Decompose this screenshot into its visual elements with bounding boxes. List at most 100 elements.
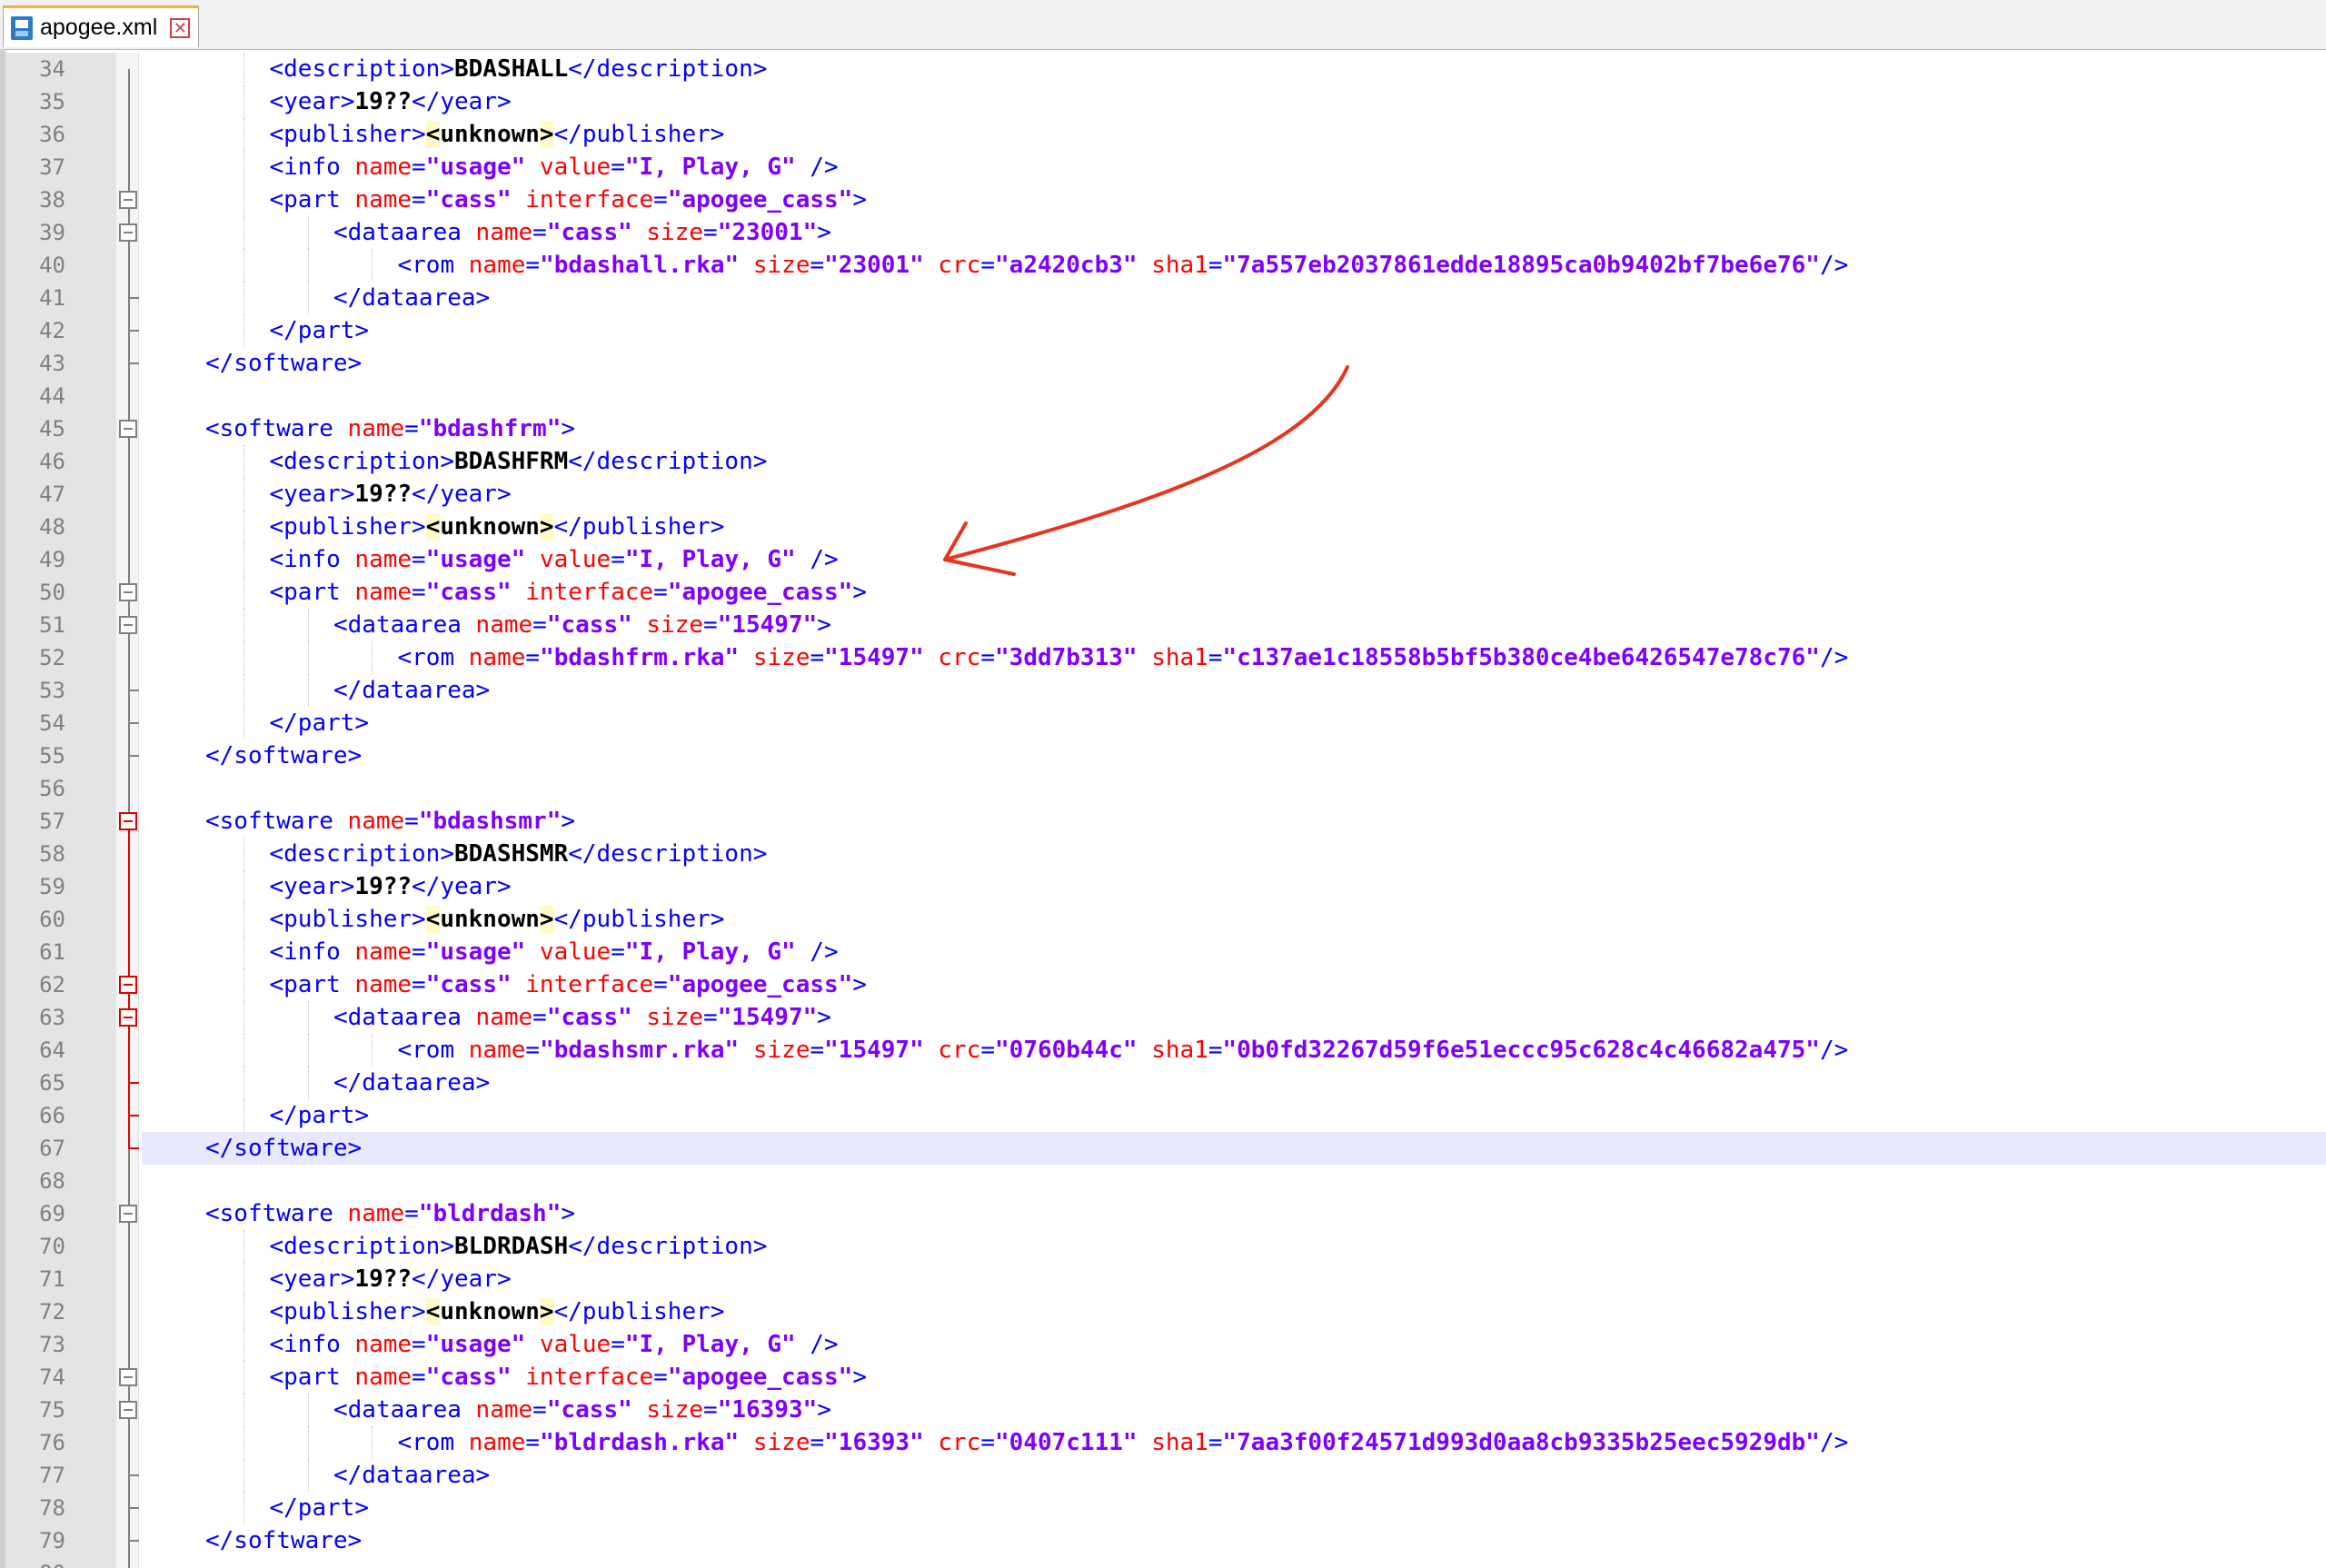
code-line[interactable]: 80 [0,1557,2326,1568]
line-number: 69 [39,1201,65,1226]
fold-toggle-icon[interactable] [119,191,137,209]
xml-attribute-name: name [468,644,526,671]
xml-tag: = [611,938,625,966]
xml-attribute-value: "apogee_cass" [667,971,853,998]
code-line[interactable]: 71 <year>19??</year> [0,1263,2326,1295]
xml-tag: = [653,971,668,998]
code-line[interactable]: 36 <publisher><unknown></publisher> [0,118,2326,151]
fold-toggle-icon[interactable] [119,420,137,438]
fold-end-tick [128,1147,139,1149]
code-line[interactable]: 39 <dataarea name="cass" size="23001"> [0,216,2326,249]
code-line[interactable]: 70 <description>BLDRDASH</description> [0,1230,2326,1263]
code-line[interactable]: 35 <year>19??</year> [0,85,2326,118]
xml-tag: = [980,252,996,279]
fold-toggle-icon[interactable] [119,1401,137,1419]
xml-text: unknown [440,1298,540,1325]
code-line[interactable]: 43 </software> [0,347,2326,380]
code-line[interactable]: 48 <publisher><unknown></publisher> [0,511,2326,543]
code-line[interactable]: 79 </software> [0,1524,2326,1557]
code-line[interactable]: 66 </part> [0,1099,2326,1132]
xml-attribute-name: name [354,186,413,213]
code-line[interactable]: 47 <year>19??</year> [0,478,2326,511]
code-line[interactable]: 60 <publisher><unknown></publisher> [0,903,2326,936]
line-number: 56 [39,776,65,801]
line-code: <dataarea name="cass" size="15497"> [142,1001,2326,1034]
xml-tag: = [703,1396,718,1424]
code-line[interactable]: 68 [0,1165,2326,1197]
line-number: 39 [39,220,65,245]
code-line[interactable]: 52 <rom name="bdashfrm.rka" size="15497" … [0,641,2326,674]
code-line[interactable]: 76 <rom name="bldrdash.rka" size="16393" … [0,1426,2326,1459]
xml-tag [525,154,540,181]
xml-tag: <info [269,546,355,573]
line-code: <part name="cass" interface="apogee_cass… [142,1361,2326,1394]
line-code: <rom name="bldrdash.rka" size="16393" cr… [142,1426,2326,1459]
line-code [142,1557,2326,1568]
fold-toggle-icon[interactable] [119,616,137,634]
close-icon[interactable]: ✕ [170,17,191,38]
xml-tag: = [412,938,426,966]
xml-tag: = [1208,252,1223,279]
fold-toggle-icon[interactable] [119,1008,137,1027]
line-code: <rom name="bdashsmr.rka" size="15497" cr… [142,1034,2326,1067]
code-line[interactable]: 56 [0,772,2326,805]
code-line[interactable]: 69 <software name="bldrdash"> [0,1197,2326,1230]
code-line[interactable]: 55 </software> [0,739,2326,772]
code-editor[interactable]: 34 <description>BDASHALL</description> 35 <… [0,53,2326,1568]
xml-attribute-value: "bldrdash" [418,1200,562,1227]
xml-tag: = [653,186,668,213]
indent-guide [307,249,309,282]
code-line[interactable]: 78 </part> [0,1492,2326,1524]
line-number: 38 [39,187,65,213]
code-line[interactable]: 34 <description>BDASHALL</description> [0,53,2326,85]
xml-tag: <rom [397,644,469,671]
code-line[interactable]: 50 <part name="cass" interface="apogee_ca… [0,576,2326,609]
code-line[interactable]: 51 <dataarea name="cass" size="15497"> [0,609,2326,641]
fold-toggle-icon[interactable] [119,1368,137,1386]
code-line[interactable]: 75 <dataarea name="cass" size="16393"> [0,1394,2326,1426]
code-line[interactable]: 37 <info name="usage" value="I, Play, G" … [0,151,2326,184]
code-line[interactable]: 72 <publisher><unknown></publisher> [0,1295,2326,1328]
code-line[interactable]: 74 <part name="cass" interface="apogee_ca… [0,1361,2326,1394]
code-line[interactable]: 57 <software name="bdashsmr"> [0,805,2326,838]
code-line[interactable]: 41 </dataarea> [0,282,2326,314]
code-line[interactable]: 61 <info name="usage" value="I, Play, G" … [0,936,2326,968]
tab-apogee-xml[interactable]: apogee.xml ✕ [3,5,199,47]
code-line[interactable]: 58 <description>BDASHSMR</description> [0,838,2326,870]
xml-attribute-value: "bdashall.rka" [540,252,740,279]
code-line[interactable]: 38 <part name="cass" interface="apogee_ca… [0,184,2326,216]
code-line[interactable]: 42 </part> [0,314,2326,347]
code-line[interactable]: 44 [0,380,2326,412]
xml-attribute-name: name [347,1200,405,1227]
fold-toggle-icon[interactable] [119,812,137,830]
code-line[interactable]: 67 </software> [0,1132,2326,1165]
line-code: <software name="bdashfrm"> [142,412,2326,445]
code-line[interactable]: 77 </dataarea> [0,1459,2326,1492]
xml-attribute-name: value [539,154,611,181]
code-line[interactable]: 49 <info name="usage" value="I, Play, G" … [0,543,2326,576]
line-code: <description>BDASHALL</description> [142,53,2326,85]
code-line[interactable]: 62 <part name="cass" interface="apogee_ca… [0,968,2326,1001]
fold-toggle-icon[interactable] [119,976,137,994]
xml-tag: = [412,1331,426,1358]
code-line[interactable]: 63 <dataarea name="cass" size="15497"> [0,1001,2326,1034]
code-line[interactable]: 46 <description>BDASHFRM</description> [0,445,2326,478]
code-line[interactable]: 53 </dataarea> [0,674,2326,707]
fold-toggle-icon[interactable] [119,223,137,242]
line-number: 79 [39,1528,65,1553]
code-line[interactable]: 73 <info name="usage" value="I, Play, G" … [0,1328,2326,1361]
code-line[interactable]: 65 </dataarea> [0,1067,2326,1099]
xml-attribute-name: interface [525,971,654,998]
xml-tag: = [412,971,426,998]
code-line[interactable]: 64 <rom name="bdashsmr.rka" size="15497" … [0,1034,2326,1067]
xml-attribute-name: name [475,1396,533,1424]
line-code: </dataarea> [142,1459,2326,1492]
code-line[interactable]: 59 <year>19??</year> [0,870,2326,903]
code-line[interactable]: 45 <software name="bdashfrm"> [0,412,2326,445]
xml-tag: /> [795,154,839,181]
code-line[interactable]: 54 </part> [0,707,2326,739]
code-line[interactable]: 40 <rom name="bdashall.rka" size="23001" … [0,249,2326,282]
fold-toggle-icon[interactable] [119,1205,137,1223]
fold-toggle-icon[interactable] [119,583,137,601]
xml-tag: <description> [269,55,455,83]
